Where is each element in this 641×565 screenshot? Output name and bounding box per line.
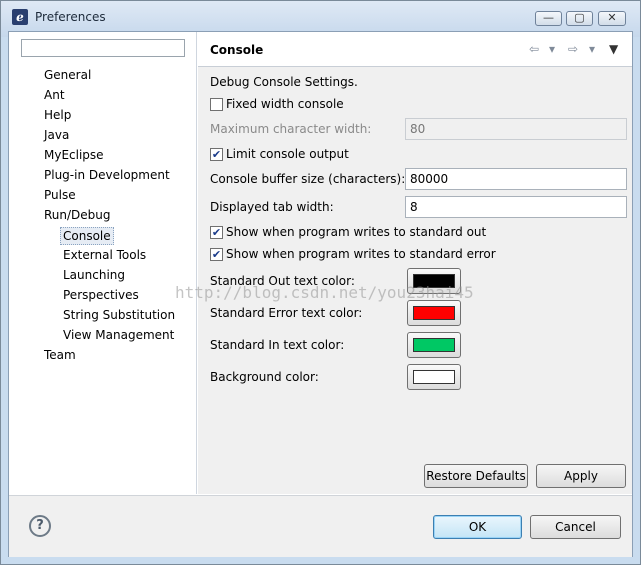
tree-item-string-substitution[interactable]: String Substitution	[63, 307, 175, 323]
max-char-width-field: 80	[405, 118, 627, 140]
stderr-color-label: Standard Error text color:	[210, 306, 363, 320]
limit-output-label: Limit console output	[226, 147, 349, 161]
forward-history-chevron-icon[interactable]: ▾	[589, 42, 595, 56]
stderr-color-swatch	[413, 306, 455, 320]
show-err-label: Show when program writes to standard err…	[226, 247, 496, 261]
show-out-checkbox[interactable]: ✔	[210, 226, 223, 239]
stdin-color-swatch	[413, 338, 455, 352]
tab-width-field[interactable]: 8	[405, 196, 627, 218]
show-out-label: Show when program writes to standard out	[226, 225, 487, 239]
tree-item-ant[interactable]: Ant	[44, 87, 65, 103]
buffer-size-field[interactable]: 80000	[405, 168, 627, 190]
stdout-color-swatch	[413, 274, 455, 288]
restore-defaults-button[interactable]: Restore Defaults	[424, 464, 528, 488]
tree-item-plugin-development[interactable]: Plug-in Development	[44, 167, 170, 183]
stdout-color-label: Standard Out text color:	[210, 274, 355, 288]
back-arrow-icon[interactable]: ⇦	[529, 42, 539, 56]
page-header: Console ⇦ ▾ ⇨ ▾ ▼	[198, 32, 632, 67]
filter-input[interactable]	[21, 39, 185, 57]
tree-item-perspectives[interactable]: Perspectives	[63, 287, 139, 303]
console-preference-page: Console ⇦ ▾ ⇨ ▾ ▼ Debug Console Settings…	[198, 32, 632, 494]
tree-item-console[interactable]: Console	[60, 227, 114, 245]
background-color-button[interactable]	[407, 364, 461, 390]
tab-width-label: Displayed tab width:	[210, 200, 334, 214]
apply-button[interactable]: Apply	[536, 464, 626, 488]
background-color-label: Background color:	[210, 370, 319, 384]
view-menu-icon[interactable]: ▼	[609, 42, 618, 56]
fixed-width-label: Fixed width console	[226, 97, 344, 111]
tree-item-pulse[interactable]: Pulse	[44, 187, 76, 203]
dialog-button-bar: ? OK Cancel	[9, 495, 632, 557]
max-char-width-label: Maximum character width:	[210, 122, 372, 136]
preference-tree-pane: General Ant Help Java MyEclipse Plug-in …	[9, 32, 197, 494]
tree-item-launching[interactable]: Launching	[63, 267, 125, 283]
tree-item-run-debug[interactable]: Run/Debug	[44, 207, 111, 223]
show-err-checkbox[interactable]: ✔	[210, 248, 223, 261]
limit-output-checkbox[interactable]: ✔	[210, 148, 223, 161]
tree-item-help[interactable]: Help	[44, 107, 71, 123]
dialog-client-area: General Ant Help Java MyEclipse Plug-in …	[8, 31, 633, 557]
window-title: Preferences	[35, 10, 106, 24]
forward-arrow-icon[interactable]: ⇨	[568, 42, 578, 56]
minimize-button[interactable]: —	[535, 11, 562, 26]
tree-item-myeclipse[interactable]: MyEclipse	[44, 147, 104, 163]
tree-item-java[interactable]: Java	[44, 127, 69, 143]
stderr-color-button[interactable]	[407, 300, 461, 326]
stdin-color-label: Standard In text color:	[210, 338, 345, 352]
buffer-size-label: Console buffer size (characters):	[210, 172, 406, 186]
preferences-window: ℯ Preferences — ▢ ✕ General Ant Help Jav…	[0, 0, 641, 565]
tree-item-external-tools[interactable]: External Tools	[63, 247, 146, 263]
tree-item-team[interactable]: Team	[44, 347, 76, 363]
eclipse-icon: ℯ	[12, 9, 28, 25]
back-history-chevron-icon[interactable]: ▾	[549, 42, 555, 56]
fixed-width-checkbox[interactable]	[210, 98, 223, 111]
page-title: Console	[210, 43, 264, 57]
stdin-color-button[interactable]	[407, 332, 461, 358]
ok-button[interactable]: OK	[433, 515, 522, 539]
cancel-button[interactable]: Cancel	[530, 515, 621, 539]
section-label: Debug Console Settings.	[210, 75, 358, 89]
close-button[interactable]: ✕	[598, 11, 626, 26]
background-color-swatch	[413, 370, 455, 384]
tree-item-general[interactable]: General	[44, 67, 91, 83]
tree-item-view-management[interactable]: View Management	[63, 327, 174, 343]
stdout-color-button[interactable]	[407, 268, 461, 294]
help-icon[interactable]: ?	[29, 515, 51, 537]
maximize-button[interactable]: ▢	[566, 11, 593, 26]
